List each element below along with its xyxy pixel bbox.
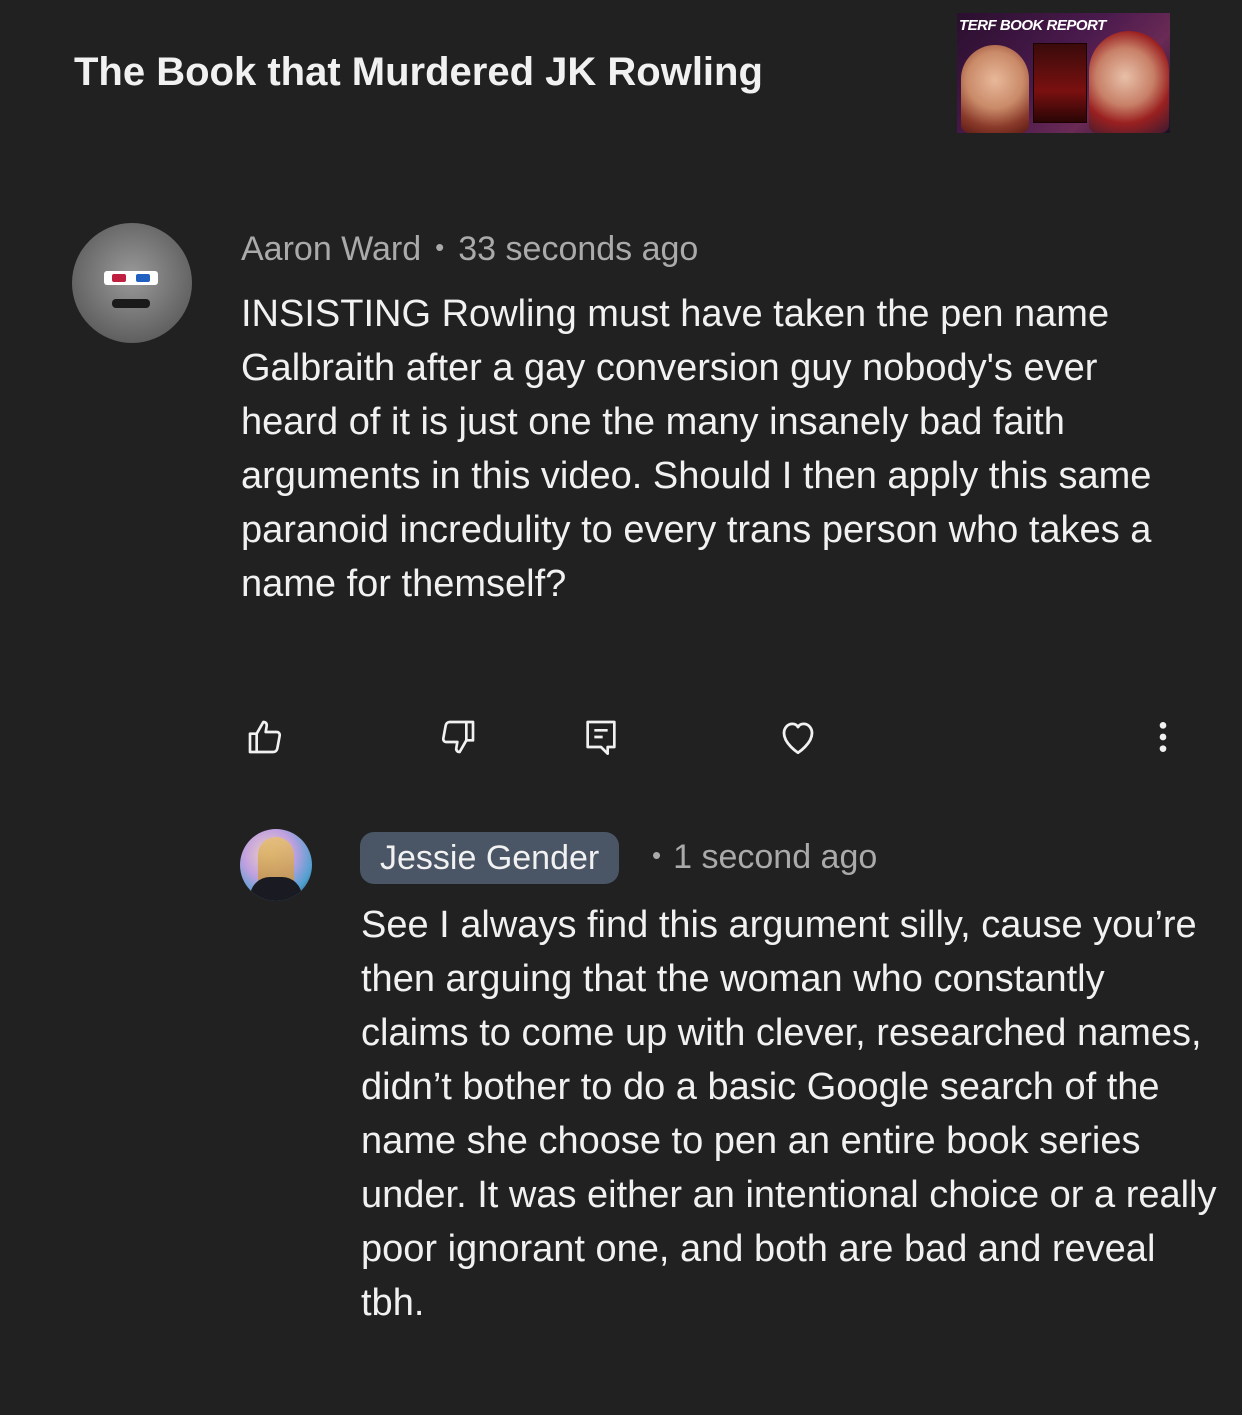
- reply-icon: [581, 717, 621, 757]
- reply-button[interactable]: [577, 713, 625, 761]
- video-thumbnail[interactable]: TERF BOOK REPORT: [957, 13, 1170, 133]
- like-button[interactable]: [241, 713, 289, 761]
- comment-meta: Aaron Ward • 33 seconds ago: [241, 230, 698, 269]
- thumbnail-face-left: [961, 45, 1029, 133]
- dislike-button[interactable]: [434, 713, 482, 761]
- separator-dot: •: [435, 232, 445, 262]
- more-vertical-icon: [1143, 717, 1183, 757]
- reply-timestamp[interactable]: 1 second ago: [673, 838, 877, 876]
- heart-button[interactable]: [774, 713, 822, 761]
- thumbs-up-icon: [245, 717, 285, 757]
- glasses-detail: [104, 271, 158, 285]
- reply-text: See I always find this argument silly, c…: [361, 904, 1217, 1324]
- comment-author[interactable]: Aaron Ward: [241, 230, 421, 268]
- avatar-jessie-gender[interactable]: [240, 829, 312, 901]
- shirt-detail: [250, 877, 302, 901]
- video-header: The Book that Murdered JK Rowling TERF B…: [0, 0, 1242, 150]
- heart-icon: [777, 716, 819, 758]
- thumbnail-book: [1033, 43, 1087, 123]
- video-title[interactable]: The Book that Murdered JK Rowling: [74, 50, 763, 95]
- comment-actions: [241, 713, 1181, 763]
- thumbnail-face-right: [1089, 31, 1169, 133]
- thumbs-down-icon: [438, 717, 478, 757]
- avatar-aaron-ward[interactable]: [72, 223, 192, 343]
- comment-timestamp[interactable]: 33 seconds ago: [458, 230, 698, 268]
- reply-author-chip[interactable]: Jessie Gender: [360, 832, 620, 884]
- reply-meta: • 1 second ago: [652, 838, 877, 877]
- comment-text: INSISTING Rowling must have taken the pe…: [241, 293, 1152, 605]
- separator-dot: •: [652, 840, 662, 870]
- more-options-button[interactable]: [1139, 713, 1187, 761]
- mustache-detail: [112, 299, 150, 308]
